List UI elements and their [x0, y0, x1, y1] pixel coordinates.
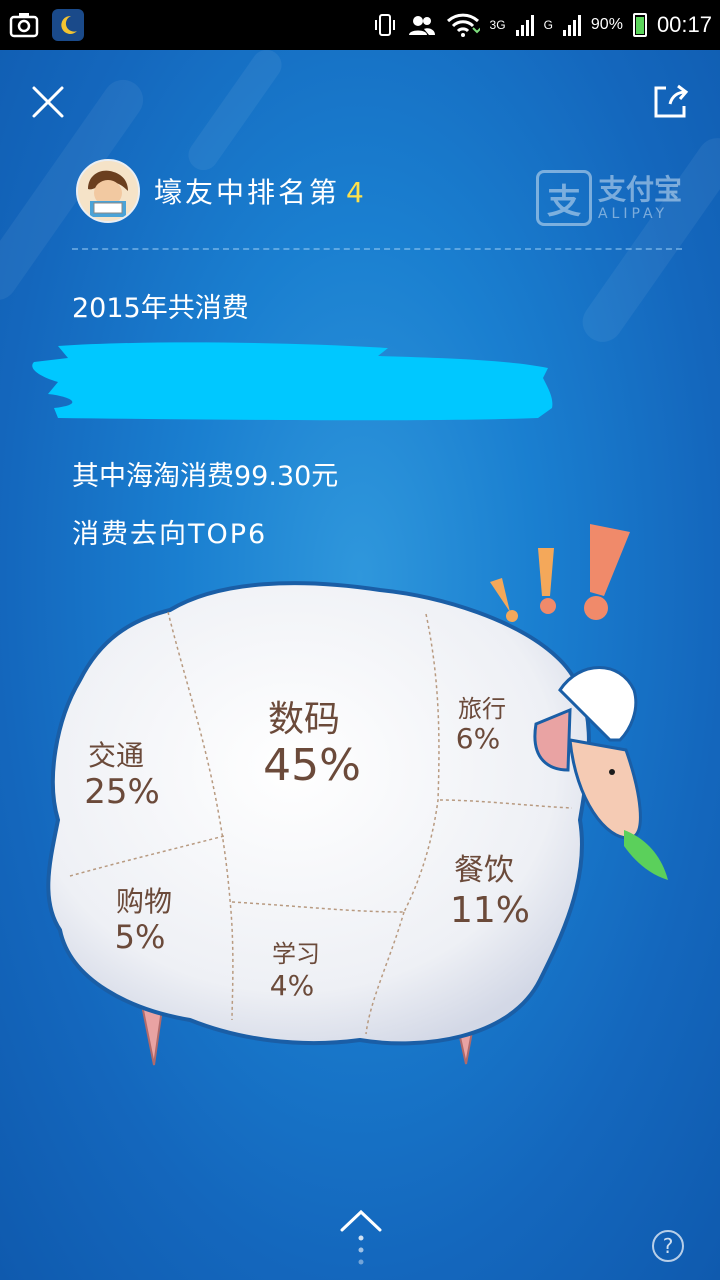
value-travel: 6% [456, 722, 500, 755]
help-button[interactable]: ? [652, 1230, 684, 1262]
overseas-spending: 其中海淘消费99.30元 [72, 461, 339, 492]
rank-text: 壕友中排名第 4 [154, 171, 367, 211]
vibrate-icon [374, 14, 395, 36]
label-dining: 餐饮 [454, 853, 514, 888]
background-decoration [574, 130, 720, 350]
share-icon [654, 84, 689, 118]
battery-icon [632, 13, 647, 37]
contacts-icon [408, 16, 435, 35]
exclamation-decoration [490, 524, 630, 622]
alipay-mark: 支 [535, 170, 592, 226]
night-mode-icon [52, 9, 84, 41]
signal-icon [515, 15, 534, 36]
rank-header: 壕友中排名第 4 [76, 159, 367, 223]
label-transport: 交通 [88, 739, 144, 772]
value-transport: 25% [84, 772, 160, 812]
divider [72, 248, 682, 250]
close-button[interactable] [28, 82, 68, 122]
share-button[interactable] [650, 82, 690, 122]
background-decoration [182, 44, 288, 176]
wifi-icon [446, 13, 480, 37]
network-3g-label: 3G [489, 18, 506, 32]
rank-number: 4 [346, 176, 367, 209]
redaction-mark [32, 342, 553, 421]
sheep-body [46, 581, 591, 1046]
alipay-name-cn: 支付宝 [597, 172, 682, 206]
rank-prefix: 壕友中排名第 [154, 176, 341, 209]
status-bar: 3G G 90% 00:17 [0, 0, 720, 50]
value-digital: 45% [263, 740, 361, 791]
battery-percent: 90% [590, 16, 623, 33]
label-shopping: 购物 [116, 885, 172, 918]
value-shopping: 5% [115, 918, 166, 956]
network-g-label: G [543, 18, 553, 32]
avatar[interactable] [76, 159, 140, 223]
spending-sheep-chart: 数码 45% 交通 25% 餐饮 11% 旅行 6% 购物 5% 学习 4% [46, 524, 668, 1066]
value-study: 4% [270, 969, 314, 1002]
close-icon [32, 86, 64, 118]
screenshot-icon [8, 9, 40, 41]
label-study: 学习 [272, 940, 320, 968]
alipay-name-en: ALIPAY [597, 205, 669, 222]
clock: 00:17 [656, 12, 712, 37]
alipay-logo: 支 支付宝 ALIPAY [535, 170, 682, 226]
total-label: 2015年共消费 [72, 293, 249, 324]
label-travel: 旅行 [458, 695, 506, 723]
chevron-up-icon [340, 1209, 382, 1265]
value-dining: 11% [450, 890, 530, 931]
label-digital: 数码 [268, 699, 340, 740]
next-page-button[interactable] [338, 1204, 384, 1270]
signal-icon-2 [562, 15, 581, 36]
